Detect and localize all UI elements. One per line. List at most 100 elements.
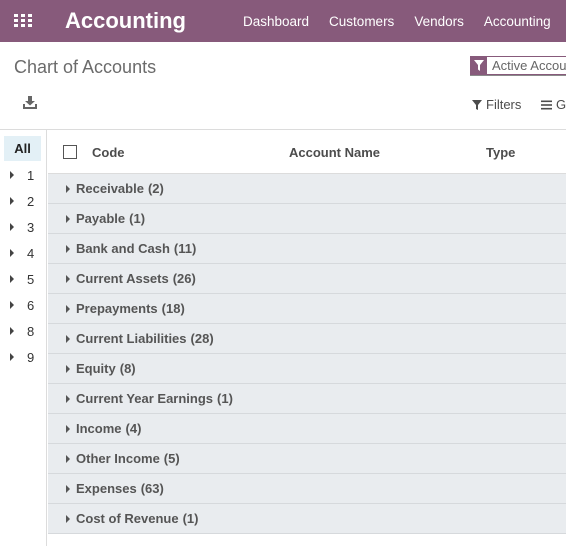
group-count: (2) [147, 181, 164, 196]
caret-right-icon [10, 249, 14, 257]
side-item-2[interactable]: 2 [10, 191, 34, 211]
app-brand[interactable]: Accounting [65, 8, 186, 34]
accounts-list: Code Account Name Type Receivable (2) Pa… [48, 130, 566, 546]
main-navbar: Accounting Dashboard Customers Vendors A… [0, 0, 566, 42]
side-item-label: 4 [27, 245, 35, 261]
group-name: Income [76, 421, 122, 436]
group-row-expenses[interactable]: Expenses (63) [48, 474, 566, 504]
group-rows: Receivable (2) Payable (1) Bank and Cash… [48, 174, 566, 534]
group-count: (28) [190, 331, 214, 346]
list-header: Code Account Name Type [48, 130, 566, 174]
group-row-equity[interactable]: Equity (8) [48, 354, 566, 384]
group-name: Prepayments [76, 301, 158, 316]
caret-right-icon [66, 184, 70, 193]
column-header-code[interactable]: Code [92, 145, 125, 160]
filter-icon [472, 99, 482, 110]
group-count: (5) [163, 451, 180, 466]
side-filter-panel: All 1 2 3 4 5 6 8 9 [0, 130, 47, 546]
group-name: Current Assets [76, 271, 169, 286]
caret-right-icon [66, 394, 70, 403]
group-name: Equity [76, 361, 116, 376]
group-by-label: G [556, 97, 566, 112]
select-all-checkbox[interactable] [63, 145, 77, 159]
group-count: (4) [125, 421, 142, 436]
group-row-income[interactable]: Income (4) [48, 414, 566, 444]
caret-right-icon [66, 304, 70, 313]
search-facet-label: Active Accou [492, 57, 566, 73]
side-item-5[interactable]: 5 [10, 269, 34, 289]
side-item-all[interactable]: All [4, 136, 41, 161]
caret-right-icon [10, 171, 14, 179]
menu-accounting[interactable]: Accounting [484, 14, 551, 29]
group-count: (1) [182, 511, 199, 526]
menu-dashboard[interactable]: Dashboard [243, 14, 309, 29]
group-by-button[interactable]: G [541, 97, 566, 112]
apps-grid-icon[interactable] [14, 14, 32, 28]
caret-right-icon [66, 454, 70, 463]
caret-right-icon [66, 424, 70, 433]
side-item-label: 3 [27, 219, 35, 235]
group-row-cost-of-revenue[interactable]: Cost of Revenue (1) [48, 504, 566, 534]
caret-right-icon [66, 274, 70, 283]
group-row-payable[interactable]: Payable (1) [48, 204, 566, 234]
filters-label: Filters [486, 97, 522, 112]
caret-right-icon [10, 353, 14, 361]
caret-right-icon [66, 244, 70, 253]
group-row-other-income[interactable]: Other Income (5) [48, 444, 566, 474]
group-count: (1) [129, 211, 146, 226]
group-name: Other Income [76, 451, 160, 466]
filter-funnel-icon [471, 55, 487, 75]
side-item-8[interactable]: 8 [10, 321, 34, 341]
side-item-label: 8 [27, 323, 35, 339]
group-row-prepayments[interactable]: Prepayments (18) [48, 294, 566, 324]
group-name: Bank and Cash [76, 241, 170, 256]
column-header-account-name[interactable]: Account Name [289, 145, 380, 160]
group-count: (1) [217, 391, 233, 406]
group-name: Cost of Revenue [76, 511, 179, 526]
group-row-current-year-earnings[interactable]: Current Year Earnings (1) [48, 384, 566, 414]
search-input[interactable]: Active Accou [470, 55, 566, 76]
group-count: (8) [119, 361, 136, 376]
side-item-label: 5 [27, 271, 35, 287]
caret-right-icon [10, 223, 14, 231]
group-count: (11) [173, 241, 197, 256]
side-item-4[interactable]: 4 [10, 243, 34, 263]
group-row-current-liabilities[interactable]: Current Liabilities (28) [48, 324, 566, 354]
group-row-bank-and-cash[interactable]: Bank and Cash (11) [48, 234, 566, 264]
group-count: (26) [172, 271, 196, 286]
caret-right-icon [10, 327, 14, 335]
caret-right-icon [66, 484, 70, 493]
group-row-receivable[interactable]: Receivable (2) [48, 174, 566, 204]
group-name: Current Year Earnings [76, 391, 214, 406]
group-row-current-assets[interactable]: Current Assets (26) [48, 264, 566, 294]
control-panel: Chart of Accounts Active Accou Filters G [0, 42, 566, 130]
list-icon [541, 100, 552, 109]
side-item-9[interactable]: 9 [10, 347, 34, 367]
download-icon[interactable] [23, 96, 37, 114]
column-header-type[interactable]: Type [486, 145, 515, 160]
menu-customers[interactable]: Customers [329, 14, 394, 29]
side-item-1[interactable]: 1 [10, 165, 34, 185]
caret-right-icon [66, 364, 70, 373]
caret-right-icon [66, 214, 70, 223]
group-count: (63) [140, 481, 164, 496]
caret-right-icon [66, 334, 70, 343]
group-name: Payable [76, 211, 126, 226]
filters-button[interactable]: Filters [472, 97, 521, 112]
side-item-label: 1 [27, 167, 35, 183]
group-name: Receivable [76, 181, 144, 196]
side-item-6[interactable]: 6 [10, 295, 34, 315]
side-item-label: 6 [27, 297, 35, 313]
side-item-label: 2 [27, 193, 35, 209]
group-name: Expenses [76, 481, 137, 496]
top-menu: Dashboard Customers Vendors Accounting R… [243, 14, 566, 29]
caret-right-icon [10, 197, 14, 205]
side-item-3[interactable]: 3 [10, 217, 34, 237]
search-facet[interactable]: Active Accou [470, 55, 566, 75]
group-count: (18) [161, 301, 185, 316]
side-item-label: 9 [27, 349, 35, 365]
caret-right-icon [10, 275, 14, 283]
group-name: Current Liabilities [76, 331, 187, 346]
caret-right-icon [10, 301, 14, 309]
menu-vendors[interactable]: Vendors [414, 14, 464, 29]
